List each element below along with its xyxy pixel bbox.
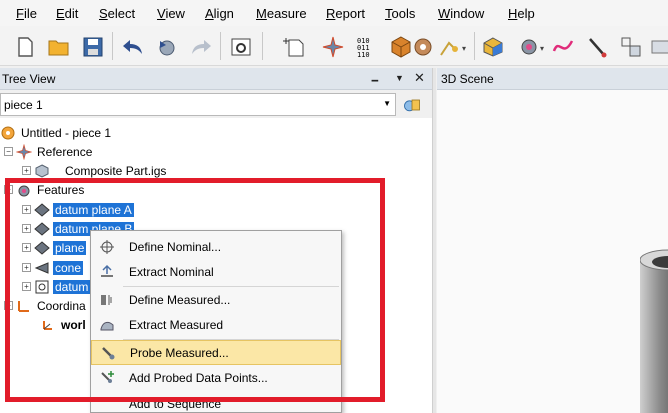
chevron-down-icon: ▼ <box>383 99 391 108</box>
piece-properties-button[interactable] <box>400 93 424 116</box>
curve-icon <box>552 40 574 52</box>
undo-history-button[interactable] <box>154 34 180 60</box>
scanner-icon <box>414 38 432 56</box>
tree-item-label: Reference <box>37 144 93 159</box>
binary-data-icon: 010011110 <box>357 37 370 59</box>
scan-device-button[interactable] <box>410 34 436 60</box>
probe-device-button[interactable] <box>436 34 462 60</box>
tree-item-label: Composite Part.igs <box>65 163 167 178</box>
menu-edit[interactable]: Edit <box>56 6 78 21</box>
toolbar-divider <box>112 32 113 60</box>
undo-history-icon <box>159 40 175 56</box>
menu-tools[interactable]: Tools <box>385 6 415 21</box>
piece-selector-value: piece 1 <box>4 98 43 112</box>
tree-item-label: Untitled - piece 1 <box>21 125 112 140</box>
gear-window-icon <box>231 38 251 56</box>
scene-title: 3D Scene <box>441 72 494 86</box>
open-file-button[interactable] <box>46 34 72 60</box>
new-file-icon <box>18 37 33 57</box>
chevron-down-icon[interactable]: ▾ <box>540 44 544 53</box>
feature-icon <box>521 39 537 55</box>
redo-icon <box>192 40 211 54</box>
piece-selector[interactable]: piece 1 ▼ <box>0 93 396 116</box>
toolbar: 010 011 110 ▾ ▾ <box>0 26 668 66</box>
curve-button[interactable] <box>550 34 576 60</box>
chevron-down-icon[interactable]: ▾ <box>462 44 466 53</box>
piece-icon <box>0 125 16 141</box>
toolbar-divider <box>474 32 475 60</box>
alignment-icon <box>621 37 641 57</box>
expand-icon[interactable]: + <box>22 166 31 175</box>
tree-view-title: Tree View <box>2 72 56 86</box>
menu-select[interactable]: Select <box>99 6 135 21</box>
feature-button[interactable] <box>516 34 542 60</box>
more-tools-icon <box>651 40 668 54</box>
annotation-highlight-box <box>5 178 385 402</box>
undo-button[interactable] <box>120 34 146 60</box>
reference-import-button[interactable] <box>320 34 346 60</box>
chevron-down-icon[interactable]: ▼ <box>395 73 404 83</box>
svg-text:110: 110 <box>357 51 370 59</box>
cube-icon <box>483 37 503 57</box>
cylinder-model <box>640 249 668 413</box>
alignment-button[interactable] <box>618 34 644 60</box>
new-piece-icon <box>283 38 304 57</box>
undo-icon <box>123 40 142 54</box>
menu-measure[interactable]: Measure <box>256 6 307 21</box>
measure-stylus-icon <box>589 38 607 58</box>
save-icon <box>83 37 103 57</box>
reference-star-icon <box>16 143 32 160</box>
menu-view[interactable]: View <box>157 6 185 21</box>
toolbar-divider <box>220 32 221 60</box>
new-file-button[interactable] <box>12 34 38 60</box>
import-points-button[interactable]: 010 011 110 <box>354 34 380 60</box>
new-piece-button[interactable] <box>282 34 308 60</box>
menu-help[interactable]: Help <box>508 6 535 21</box>
panel-splitter[interactable] <box>432 68 436 413</box>
menu-file[interactable]: File <box>16 6 37 21</box>
more-tools-button[interactable] <box>648 34 668 60</box>
redo-button[interactable] <box>188 34 214 60</box>
pin-icon[interactable]: 🗕 <box>371 71 379 90</box>
tree-item-reference[interactable]: − Reference <box>4 142 94 161</box>
save-button[interactable] <box>80 34 106 60</box>
scene-header: 3D Scene <box>437 68 668 90</box>
tree-view-header: Tree View 🗕 ▼ ✕ <box>0 68 432 90</box>
menu-report[interactable]: Report <box>326 6 365 21</box>
reference-star-icon <box>322 36 344 58</box>
preferences-button[interactable] <box>228 34 254 60</box>
collapse-icon[interactable]: − <box>4 147 13 156</box>
toolbar-divider <box>262 32 263 60</box>
piece-properties-icon <box>404 99 420 111</box>
probe-device-icon <box>440 41 458 56</box>
folder-icon <box>48 40 69 56</box>
tree-item-root[interactable]: Untitled - piece 1 <box>0 123 113 142</box>
menu-bar: File Edit Select View Align Measure Repo… <box>0 0 668 26</box>
menu-align[interactable]: Align <box>205 6 234 21</box>
menu-window[interactable]: Window <box>438 6 484 21</box>
menu-file-rest: ile <box>23 6 37 21</box>
cad-part-icon <box>34 163 50 179</box>
close-icon[interactable]: ✕ <box>414 70 425 86</box>
scene-viewport[interactable] <box>437 90 668 413</box>
cad-model-button[interactable] <box>480 34 506 60</box>
measure-tool-button[interactable] <box>584 34 610 60</box>
